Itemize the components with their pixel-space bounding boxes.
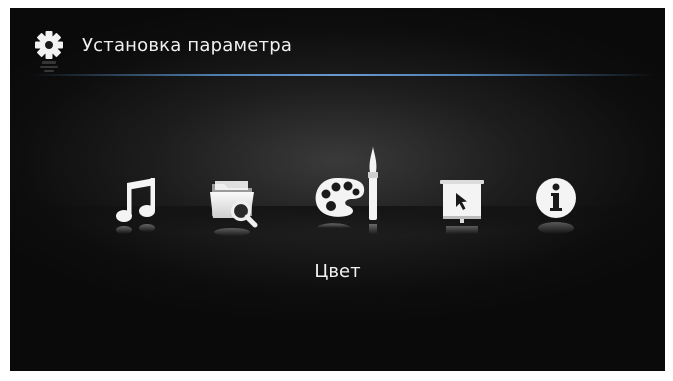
page-title: Установка параметра	[82, 35, 293, 56]
selected-item-label: Цвет	[314, 261, 361, 282]
header: Установка параметра	[10, 8, 665, 76]
settings-screen: Установка параметра Цвет	[10, 8, 665, 371]
info-icon[interactable]	[532, 176, 580, 240]
music-note-icon[interactable]	[115, 178, 159, 240]
slideshow-screen-icon[interactable]	[438, 180, 486, 240]
palette-brush-icon[interactable]	[312, 142, 384, 242]
header-divider	[30, 74, 655, 76]
gear-icon	[32, 30, 66, 74]
folder-search-icon[interactable]	[210, 178, 262, 240]
